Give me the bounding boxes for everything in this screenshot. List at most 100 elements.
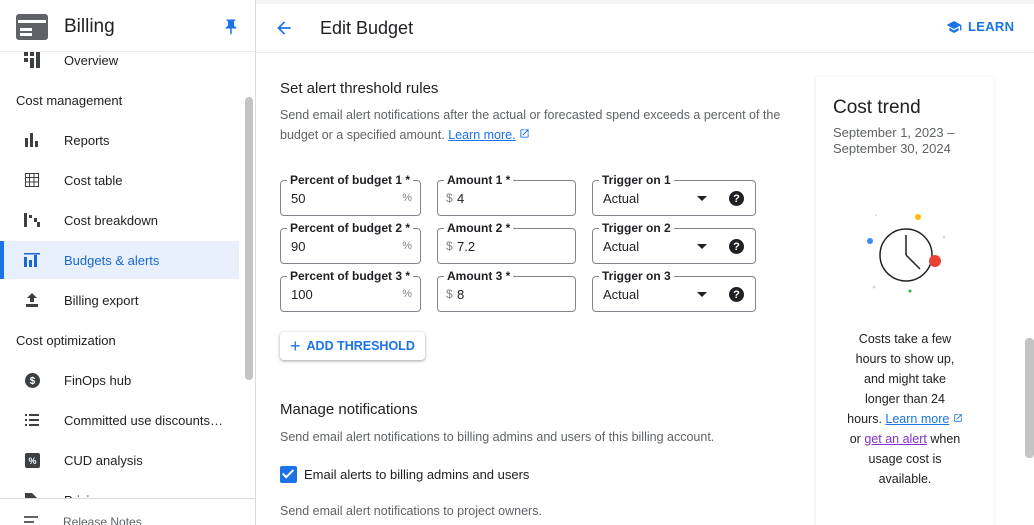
add-threshold-label: ADD THRESHOLD [306,339,415,353]
trend-message: Costs take a few hours to show up, and m… [846,329,964,489]
overview-icon [24,52,40,68]
trigger-select-1[interactable]: Trigger on 1 Actual ? [592,173,756,216]
svg-text:$: $ [29,376,35,387]
trigger-select-3[interactable]: Trigger on 3 Actual ? [592,269,756,312]
percent-field-label: Percent of budget 2 * [287,221,414,235]
trend-learn-more-link[interactable]: Learn more [885,412,949,426]
get-alert-link[interactable]: get an alert [864,432,927,446]
add-threshold-button[interactable]: + ADD THRESHOLD [280,332,425,360]
threshold-heading: Set alert threshold rules [280,80,439,97]
amount-field-2[interactable]: Amount 2 * $ 7.2 [437,221,576,264]
percent-value: 100 [291,287,313,302]
sidebar-item-label: Overview [64,52,119,68]
percent-field-3[interactable]: Percent of budget 3 * 100 % [280,269,421,312]
waterfall-icon [24,212,40,228]
learn-more-link[interactable]: Learn more. [448,128,515,142]
sidebar-scrollbar[interactable] [245,97,253,380]
percent-field-label: Percent of budget 3 * [287,269,414,283]
section-cost-management: Cost management [16,93,123,108]
amount-value: 7.2 [457,239,476,254]
amount-field-1[interactable]: Amount 1 * $ 4 [437,173,576,216]
percent-field-1[interactable]: Percent of budget 1 * 50 % [280,173,421,216]
percent-value: 50 [291,191,306,206]
threshold-description: Send email alert notifications after the… [280,105,800,145]
page-scrollbar[interactable] [1025,338,1034,458]
export-icon [24,292,40,308]
sidebar-item-cud-analysis[interactable]: % CUD analysis [0,441,239,479]
sidebar-item-label: Reports [64,132,110,148]
trigger-value: Actual [603,239,640,254]
sidebar: Billing Overview Cost management Reports… [0,0,256,525]
external-link-icon [520,129,529,138]
back-arrow-icon[interactable] [274,18,294,38]
notifications-heading: Manage notifications [280,401,418,418]
sidebar-item-label: Billing export [64,292,139,308]
trend-title: Cost trend [833,97,921,118]
release-notes-label: Release Notes [63,515,142,525]
sidebar-item-budgets-alerts[interactable]: Budgets & alerts [0,241,239,279]
percent-field-2[interactable]: Percent of budget 2 * 90 % [280,221,421,264]
sidebar-title: Billing [64,16,115,37]
percent-suffix: % [402,192,412,204]
percent-suffix: % [402,240,412,252]
sidebar-item-label: CUD analysis [64,452,143,468]
external-link-icon [954,414,962,422]
trigger-select-2[interactable]: Trigger on 2 Actual ? [592,221,756,264]
currency-prefix: $ [446,287,453,301]
edit-budget-content: Set alert threshold rules Send email ale… [256,53,816,525]
amount-field-label: Amount 3 * [444,269,514,283]
dollar-icon: $ [24,372,40,388]
school-icon [946,20,962,33]
sidebar-item-overview[interactable]: Overview [0,41,239,79]
cost-trend-card: Cost trend September 1, 2023 – September… [816,77,994,525]
amount-field-label: Amount 1 * [444,173,514,187]
email-alerts-checkbox[interactable] [280,466,297,483]
sidebar-item-finops-hub[interactable]: $ FinOps hub [0,361,239,399]
amount-field-3[interactable]: Amount 3 * $ 8 [437,269,576,312]
sidebar-item-cost-breakdown[interactable]: Cost breakdown [0,201,239,239]
dropdown-caret-icon [697,244,707,249]
clock-illustration-icon [867,214,946,293]
svg-text:%: % [28,456,36,466]
trigger-value: Actual [603,287,640,302]
email-alerts-label: Email alerts to billing admins and users [304,467,530,482]
sidebar-item-label: Committed use discounts… [64,412,223,428]
learn-button[interactable]: LEARN [946,19,1014,34]
percent-suffix: % [402,288,412,300]
notifications-description: Send email alert notifications to billin… [280,430,715,444]
sidebar-item-label: Cost table [64,172,123,188]
pin-icon[interactable] [222,18,240,36]
sidebar-item-label: Budgets & alerts [64,252,160,268]
release-notes-icon [24,515,38,525]
trigger-value: Actual [603,191,640,206]
trigger-field-label: Trigger on 3 [599,269,674,283]
sidebar-item-label: FinOps hub [64,372,132,388]
help-icon[interactable]: ? [729,191,744,206]
billing-logo-icon [16,14,48,40]
or-text: or [849,432,861,446]
percent-value: 90 [291,239,306,254]
sidebar-item-cost-table[interactable]: Cost table [0,161,239,199]
percent-field-label: Percent of budget 1 * [287,173,414,187]
help-icon[interactable]: ? [729,287,744,302]
page-title: Edit Budget [320,18,414,38]
main-header: Edit Budget LEARN [256,0,1034,53]
project-owners-text: Send email alert notifications to projec… [280,504,542,518]
trigger-field-label: Trigger on 1 [599,173,674,187]
section-cost-optimization: Cost optimization [16,333,116,348]
currency-prefix: $ [446,239,453,253]
budget-icon [24,252,40,268]
sidebar-item-committed-use[interactable]: Committed use discounts… [0,401,239,439]
bar-chart-icon [24,132,40,148]
release-notes-bar[interactable]: Release Notes [0,498,255,525]
amount-value: 8 [457,287,465,302]
threshold-description-text: Send email alert notifications after the… [280,108,781,142]
amount-value: 4 [457,191,465,206]
dropdown-caret-icon [697,196,707,201]
sidebar-item-reports[interactable]: Reports [0,121,239,159]
percent-icon: % [24,452,40,468]
amount-field-label: Amount 2 * [444,221,514,235]
help-icon[interactable]: ? [729,239,744,254]
trigger-field-label: Trigger on 2 [599,221,674,235]
sidebar-item-billing-export[interactable]: Billing export [0,281,239,319]
